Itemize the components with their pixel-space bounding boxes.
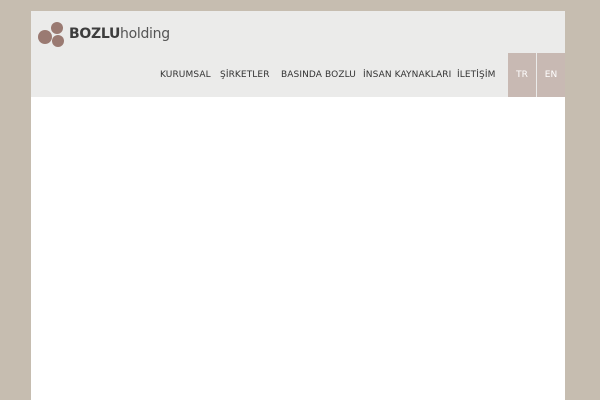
nav-item-sirketler[interactable]: ŞİRKETLER: [220, 53, 270, 97]
language-tr-button[interactable]: TR: [508, 53, 536, 97]
language-en-button[interactable]: EN: [537, 53, 565, 97]
brand-logo[interactable]: BOZLUholding: [37, 20, 170, 48]
brand-wordmark: BOZLUholding: [69, 20, 170, 48]
main-content: [31, 97, 565, 400]
brand-name-light: holding: [120, 26, 170, 42]
page-container: BOZLUholding KURUMSAL ŞİRKETLER BASINDA …: [31, 11, 565, 400]
brand-name-bold: BOZLU: [69, 26, 121, 42]
site-header: BOZLUholding KURUMSAL ŞİRKETLER BASINDA …: [31, 11, 565, 97]
nav-item-iletisim[interactable]: İLETİŞİM: [457, 53, 495, 97]
nav-item-insan-kaynaklari[interactable]: İNSAN KAYNAKLARI: [363, 53, 451, 97]
nav-item-basinda-bozlu[interactable]: BASINDA BOZLU: [281, 53, 356, 97]
nav-item-kurumsal[interactable]: KURUMSAL: [160, 53, 211, 97]
bozlu-logo-icon: [38, 22, 64, 47]
